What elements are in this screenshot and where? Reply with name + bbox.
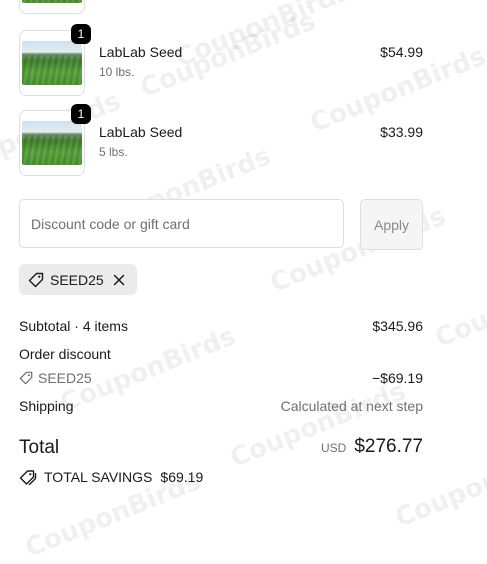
product-variant: 10 lbs.	[99, 65, 135, 79]
quantity-badge: 1	[71, 24, 91, 44]
product-price: $54.99	[380, 44, 423, 60]
watermark: CouponBirds	[431, 256, 487, 354]
product-price: $33.99	[380, 124, 423, 140]
product-name: LabLab Seed	[99, 124, 183, 140]
total-amount: USD $276.77	[321, 436, 423, 458]
product-image	[22, 41, 82, 85]
discount-code-input[interactable]	[19, 199, 344, 248]
discount-code-label: SEED25	[50, 271, 104, 288]
apply-button[interactable]: Apply	[360, 199, 423, 250]
savings-label: TOTAL SAVINGS	[44, 469, 153, 485]
watermark: CouponBirds	[171, 0, 355, 74]
summary-discount-code: SEED25	[38, 370, 92, 386]
product-image	[22, 0, 82, 3]
savings-value: $69.19	[160, 469, 204, 485]
quantity-badge: 1	[71, 104, 91, 124]
product-thumbnail: 1	[19, 104, 91, 176]
discount-code-row: SEED25	[19, 370, 92, 386]
total-label: Total	[19, 437, 60, 458]
applied-discount-chip: SEED25	[19, 264, 137, 295]
discount-value: −$69.19	[372, 370, 423, 386]
subtotal-label: Subtotal · 4 items	[19, 318, 128, 334]
product-thumbnail: 1	[19, 24, 91, 96]
product-thumbnail	[19, 0, 85, 14]
product-variant: 5 lbs.	[99, 145, 128, 159]
order-discount-label: Order discount	[19, 346, 111, 362]
tag-icon	[19, 371, 33, 385]
total-value: $276.77	[354, 436, 423, 457]
tag-icon	[28, 272, 44, 288]
total-savings: TOTAL SAVINGS $69.19	[19, 469, 203, 485]
shipping-label: Shipping	[19, 398, 74, 414]
close-icon[interactable]	[113, 274, 125, 286]
watermark: CouponBirds	[226, 376, 410, 474]
currency-code: USD	[320, 441, 347, 455]
shipping-value: Calculated at next step	[280, 398, 423, 414]
product-name: LabLab Seed	[99, 44, 183, 60]
tags-icon	[19, 469, 37, 485]
product-image	[22, 121, 82, 165]
subtotal-value: $345.96	[372, 318, 423, 334]
